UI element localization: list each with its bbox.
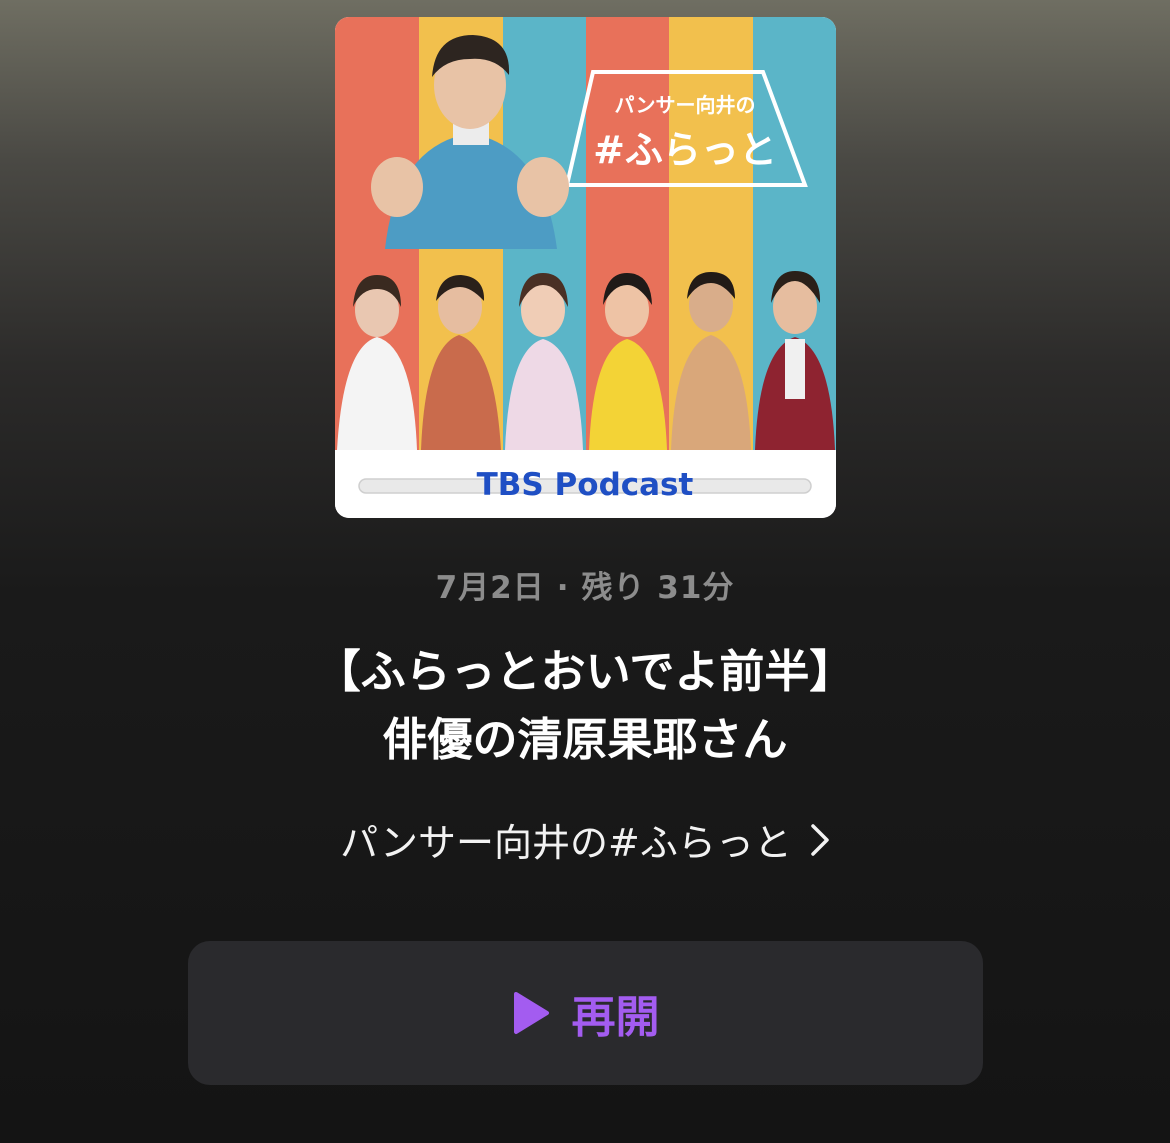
artwork-illustration: パンサー向井の #ふらっと TBS Podcast [335, 17, 836, 518]
logo-text-line1: パンサー向井の [615, 93, 756, 117]
episode-date: 7月2日 [435, 570, 545, 606]
time-remaining: 残り 31分 [581, 570, 735, 606]
episode-title-line1: 【ふらっとおいでよ前半】 [315, 645, 855, 698]
show-link[interactable]: パンサー向井の#ふらっと [0, 812, 1170, 867]
play-icon [512, 991, 550, 1035]
episode-title: 【ふらっとおいでよ前半】 俳優の清原果耶さん [60, 638, 1110, 774]
meta-separator: · [556, 570, 570, 606]
logo-text-line2: #ふらっと [593, 128, 777, 172]
resume-button[interactable]: 再開 [188, 941, 983, 1085]
resume-label: 再開 [571, 992, 660, 1043]
episode-meta: 7月2日 · 残り 31分 [0, 562, 1170, 607]
chevron-right-icon [810, 823, 830, 857]
brand-label: TBS Podcast [477, 467, 694, 503]
show-name: パンサー向井の#ふらっと [340, 821, 792, 865]
podcast-artwork: パンサー向井の #ふらっと TBS Podcast [335, 17, 836, 518]
episode-title-line2: 俳優の清原果耶さん [382, 713, 788, 766]
